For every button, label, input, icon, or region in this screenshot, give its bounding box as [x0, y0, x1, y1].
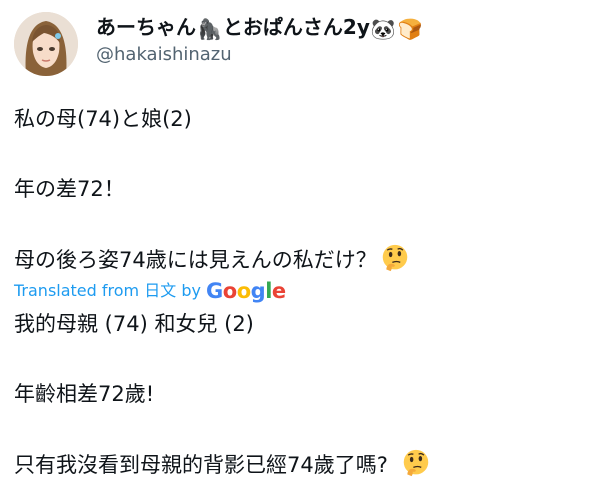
gorilla-icon: 🦍	[197, 17, 222, 41]
thinking-face-icon	[382, 244, 407, 272]
translation-label: Translated from	[14, 281, 140, 300]
original-line-3-text: 母の後ろ姿74歳には見えんの私だけ？	[14, 248, 377, 272]
bread-icon: 🍞	[397, 17, 423, 41]
translated-line-3-text: 只有我沒看到母親的背影已經74歲了嗎?	[14, 453, 388, 477]
tweet-body: 私の母(74)と娘(2) 年の差72！ 母の後ろ姿74歳には見えんの私だけ？ T…	[14, 104, 590, 480]
original-line-3: 母の後ろ姿74歳には見えんの私だけ？	[14, 244, 590, 275]
original-line-2: 年の差72！	[14, 177, 125, 201]
panda-icon: 🐼	[370, 17, 396, 41]
thinking-face-icon	[403, 449, 429, 477]
translation-language[interactable]: 日文	[144, 281, 176, 300]
translation-attribution[interactable]: Translated from 日文 by Google	[14, 279, 590, 303]
tweet-header: あーちゃん🦍とおぱんさん2y🐼 🍞 @hakaishinazu	[14, 10, 586, 80]
avatar[interactable]	[14, 12, 78, 76]
translated-line-1: 我的母親 (74) 和女兒 (2)	[14, 312, 254, 336]
translated-line-2: 年齡相差72歲!	[14, 382, 155, 406]
display-name-text-2: とおぱんさん2y	[222, 15, 370, 39]
translated-line-3: 只有我沒看到母親的背影已經74歲了嗎?	[14, 449, 590, 480]
display-name[interactable]: あーちゃん🦍とおぱんさん2y🐼 🍞	[96, 14, 586, 40]
translation-by: by	[181, 281, 201, 300]
user-handle[interactable]: @hakaishinazu	[96, 43, 586, 67]
original-line-1: 私の母(74)と娘(2)	[14, 107, 192, 131]
avatar-illustration	[14, 12, 78, 76]
user-info: あーちゃん🦍とおぱんさん2y🐼 🍞 @hakaishinazu	[96, 14, 586, 67]
display-name-text: あーちゃん	[96, 15, 196, 39]
google-logo[interactable]: Google	[206, 279, 286, 303]
